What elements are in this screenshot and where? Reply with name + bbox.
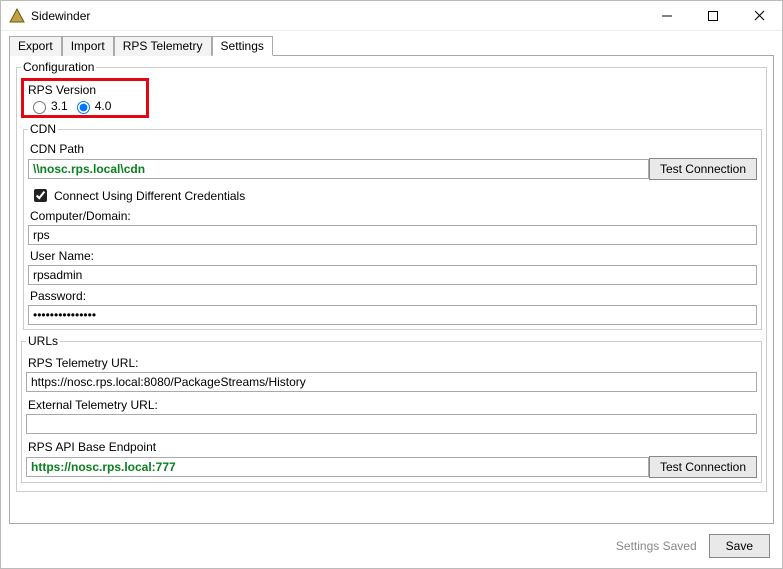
rps-telemetry-url-label: RPS Telemetry URL: bbox=[28, 356, 757, 370]
rps-api-endpoint-label: RPS API Base Endpoint bbox=[28, 440, 757, 454]
computer-domain-input[interactable] bbox=[28, 225, 757, 245]
rps-version-radio-31[interactable]: 3.1 bbox=[28, 98, 68, 114]
external-telemetry-url-input[interactable] bbox=[26, 414, 757, 434]
rps-version-31-label: 3.1 bbox=[51, 99, 68, 113]
username-input[interactable] bbox=[28, 265, 757, 285]
configuration-legend: Configuration bbox=[21, 60, 96, 74]
app-window: Sidewinder Export Import RPS Telemetry S… bbox=[0, 0, 783, 569]
rps-version-label: RPS Version bbox=[28, 83, 142, 97]
urls-group: URLs RPS Telemetry URL: External Telemet… bbox=[21, 334, 762, 483]
rps-api-endpoint-input[interactable] bbox=[26, 457, 649, 477]
rps-version-radio-31-input[interactable] bbox=[33, 101, 46, 114]
settings-panel: Configuration RPS Version 3.1 4.0 CDN CD… bbox=[9, 55, 774, 524]
external-telemetry-url-label: External Telemetry URL: bbox=[28, 398, 757, 412]
cdn-legend: CDN bbox=[28, 122, 58, 136]
connect-diff-creds-label: Connect Using Different Credentials bbox=[54, 189, 245, 203]
configuration-group: Configuration RPS Version 3.1 4.0 CDN CD… bbox=[16, 60, 767, 492]
cdn-test-connection-button[interactable]: Test Connection bbox=[649, 158, 757, 180]
rps-version-radio-40[interactable]: 4.0 bbox=[72, 98, 112, 114]
tab-settings[interactable]: Settings bbox=[212, 36, 273, 56]
rps-version-highlight: RPS Version 3.1 4.0 bbox=[21, 78, 149, 118]
tab-import[interactable]: Import bbox=[62, 36, 114, 56]
cdn-path-label: CDN Path bbox=[30, 142, 757, 156]
password-label: Password: bbox=[30, 289, 757, 303]
urls-legend: URLs bbox=[26, 334, 60, 348]
cdn-path-input[interactable] bbox=[28, 159, 649, 179]
close-button[interactable] bbox=[736, 1, 782, 30]
tab-export[interactable]: Export bbox=[9, 36, 62, 56]
window-controls bbox=[644, 1, 782, 30]
tab-rps-telemetry[interactable]: RPS Telemetry bbox=[114, 36, 212, 56]
computer-domain-label: Computer/Domain: bbox=[30, 209, 757, 223]
titlebar: Sidewinder bbox=[1, 1, 782, 31]
password-input[interactable] bbox=[28, 305, 757, 325]
minimize-button[interactable] bbox=[644, 1, 690, 30]
rps-telemetry-url-input[interactable] bbox=[26, 372, 757, 392]
app-icon bbox=[9, 8, 25, 24]
save-button[interactable]: Save bbox=[709, 534, 770, 558]
rps-version-radio-40-input[interactable] bbox=[77, 101, 90, 114]
status-text: Settings Saved bbox=[616, 539, 697, 553]
tab-strip: Export Import RPS Telemetry Settings bbox=[1, 31, 782, 55]
footer: Settings Saved Save bbox=[1, 524, 782, 568]
maximize-button[interactable] bbox=[690, 1, 736, 30]
rps-version-40-label: 4.0 bbox=[95, 99, 112, 113]
cdn-group: CDN CDN Path Test Connection Connect Usi… bbox=[23, 122, 762, 330]
api-test-connection-button[interactable]: Test Connection bbox=[649, 456, 757, 478]
connect-diff-creds-checkbox[interactable] bbox=[34, 189, 47, 202]
window-title: Sidewinder bbox=[31, 9, 644, 23]
rps-version-radios: 3.1 4.0 bbox=[28, 98, 142, 114]
username-label: User Name: bbox=[30, 249, 757, 263]
